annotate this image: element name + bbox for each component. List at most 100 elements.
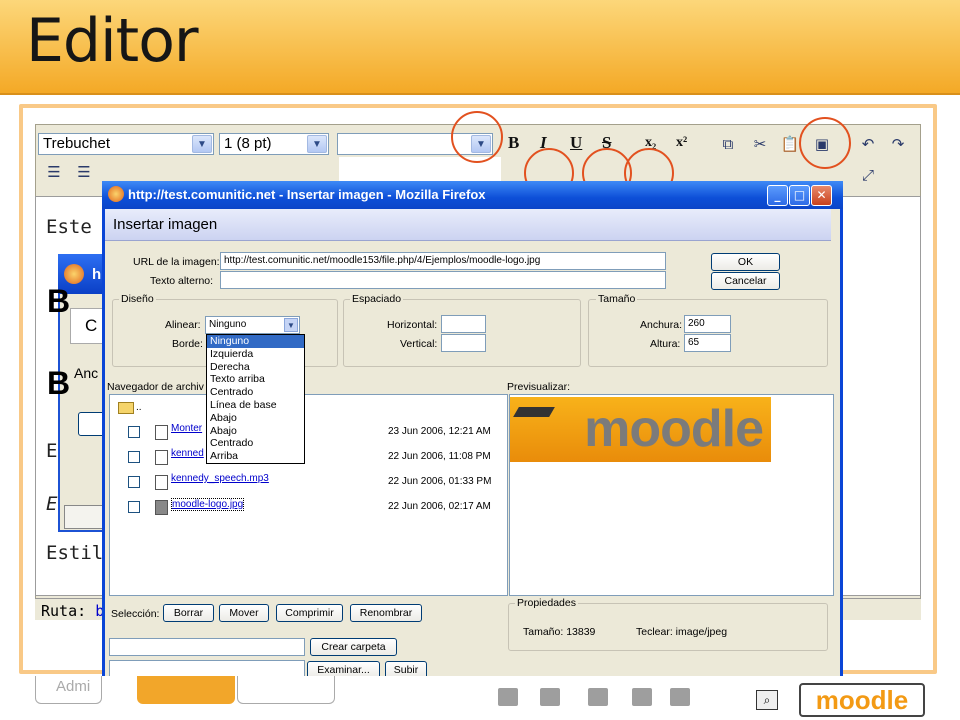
rename-button[interactable]: Renombrar	[350, 604, 422, 622]
preview-image: moodle	[510, 397, 771, 462]
size-fieldset	[588, 299, 828, 367]
align-center-icon[interactable]: ☰	[74, 163, 94, 181]
align-option[interactable]: Texto arriba	[207, 373, 304, 386]
redo-icon[interactable]: ↷	[888, 135, 908, 153]
align-option[interactable]: Derecha	[207, 361, 304, 374]
border-label: Borde:	[172, 338, 203, 350]
align-dropdown-list: Ninguno Izquierda Derecha Texto arriba C…	[206, 334, 305, 464]
align-option[interactable]: Abajo	[207, 412, 304, 425]
editor-text-partial: E	[46, 440, 58, 462]
bold-button[interactable]: B	[508, 133, 519, 153]
properties-legend: Propiedades	[515, 597, 578, 609]
alt-text-input[interactable]	[220, 271, 666, 289]
vertical-label: Vertical:	[400, 338, 438, 350]
background-tab[interactable]: C	[70, 308, 104, 344]
chevron-down-icon: ▼	[284, 318, 298, 332]
undo-icon[interactable]: ↶	[858, 135, 878, 153]
file-date: 22 Jun 2006, 01:33 PM	[388, 476, 492, 487]
editor-text-line: Estil	[46, 542, 104, 564]
close-button[interactable]: ✕	[811, 185, 832, 206]
folder-up-icon[interactable]	[118, 402, 134, 414]
file-link[interactable]: Monter	[171, 423, 202, 434]
zip-button[interactable]: Comprimir	[276, 604, 343, 622]
footer-tab[interactable]	[237, 676, 335, 704]
file-checkbox[interactable]	[128, 451, 140, 463]
underline-button[interactable]: U	[570, 133, 582, 153]
align-option[interactable]: Abajo	[207, 425, 304, 438]
path-label: Ruta:	[41, 602, 87, 620]
file-link[interactable]: moodle-logo.jpg	[171, 498, 245, 511]
align-option[interactable]: Línea de base	[207, 399, 304, 412]
font-size-select[interactable]: 1 (8 pt) ▼	[219, 133, 329, 155]
firefox-icon	[108, 186, 124, 202]
align-option[interactable]: Centrado	[207, 437, 304, 450]
maximize-button[interactable]: □	[789, 185, 810, 206]
paste-icon[interactable]: 📋	[780, 135, 800, 153]
align-left-icon[interactable]: ☰	[44, 163, 64, 181]
first-slide-icon[interactable]	[498, 688, 518, 706]
align-option[interactable]: Ninguno	[207, 335, 304, 348]
footer-tab-active[interactable]	[137, 676, 235, 704]
design-legend: Diseño	[119, 293, 156, 305]
fullscreen-icon[interactable]: ⤢	[858, 166, 878, 184]
minimize-button[interactable]: _	[767, 185, 788, 206]
spacing-fieldset	[343, 299, 581, 367]
editor-text-partial: E	[46, 493, 58, 515]
align-select[interactable]: Ninguno ▼	[205, 316, 300, 334]
return-slide-icon[interactable]	[670, 688, 690, 706]
background-status-icon	[64, 505, 104, 529]
align-label: Alinear:	[165, 319, 201, 331]
align-value: Ninguno	[209, 319, 247, 330]
alt-text-label: Texto alterno:	[150, 275, 214, 287]
new-folder-input[interactable]	[109, 638, 305, 656]
admin-tab[interactable]: Admi	[35, 676, 102, 704]
moodle-logo: moodle	[799, 683, 925, 717]
cancel-button[interactable]: Cancelar	[711, 272, 780, 290]
spacing-legend: Espaciado	[350, 293, 404, 305]
vertical-input[interactable]	[441, 334, 486, 352]
audio-file-icon	[155, 475, 168, 490]
align-option[interactable]: Izquierda	[207, 348, 304, 361]
align-option[interactable]: Arriba	[207, 450, 304, 463]
window-titlebar: http://test.comunitic.net - Insertar ima…	[102, 181, 843, 209]
height-input[interactable]: 65	[684, 334, 731, 352]
file-browser	[109, 394, 508, 596]
horizontal-input[interactable]	[441, 315, 486, 333]
file-icon	[155, 450, 168, 465]
editor-big-letter: B	[47, 283, 71, 319]
copy-icon[interactable]: ⧉	[718, 135, 738, 153]
background-window-title: h	[92, 266, 102, 283]
next-slide-icon[interactable]	[588, 688, 608, 706]
search-icon[interactable]: ⌕	[756, 690, 778, 710]
file-checkbox[interactable]	[128, 426, 140, 438]
width-input[interactable]: 260	[684, 315, 731, 333]
prev-slide-icon[interactable]	[540, 688, 560, 706]
url-input[interactable]: http://test.comunitic.net/moodle153/file…	[220, 252, 666, 270]
font-family-value: Trebuchet	[43, 135, 110, 152]
file-checkbox[interactable]	[128, 476, 140, 488]
superscript-button[interactable]: x²	[676, 135, 687, 151]
window-title: http://test.comunitic.net - Insertar ima…	[128, 187, 486, 202]
file-link[interactable]: kenned	[171, 448, 204, 459]
height-label: Altura:	[650, 338, 681, 350]
align-option[interactable]: Centrado	[207, 386, 304, 399]
ok-button[interactable]: OK	[711, 253, 780, 271]
preview-label: Previsualizar:	[507, 381, 571, 393]
font-family-select[interactable]: Trebuchet ▼	[38, 133, 214, 155]
file-link[interactable]: kennedy_speech.mp3	[171, 473, 269, 484]
file-checkbox[interactable]	[128, 501, 140, 513]
delete-button[interactable]: Borrar	[163, 604, 214, 622]
last-slide-icon[interactable]	[632, 688, 652, 706]
chevron-down-icon: ▼	[192, 135, 212, 153]
selection-label: Selección:	[111, 608, 160, 620]
move-button[interactable]: Mover	[219, 604, 269, 622]
create-folder-button[interactable]: Crear carpeta	[310, 638, 397, 656]
file-icon	[155, 425, 168, 440]
file-date: 22 Jun 2006, 11:08 PM	[388, 451, 491, 462]
preview-logo-text: moodle	[584, 400, 764, 458]
cut-icon[interactable]: ✂	[750, 135, 770, 153]
parent-dir-link[interactable]: ..	[136, 402, 142, 413]
size-legend: Tamaño	[596, 293, 638, 305]
width-label: Anchura:	[640, 319, 683, 331]
file-type-text: Teclear: image/jpeg	[636, 626, 728, 638]
